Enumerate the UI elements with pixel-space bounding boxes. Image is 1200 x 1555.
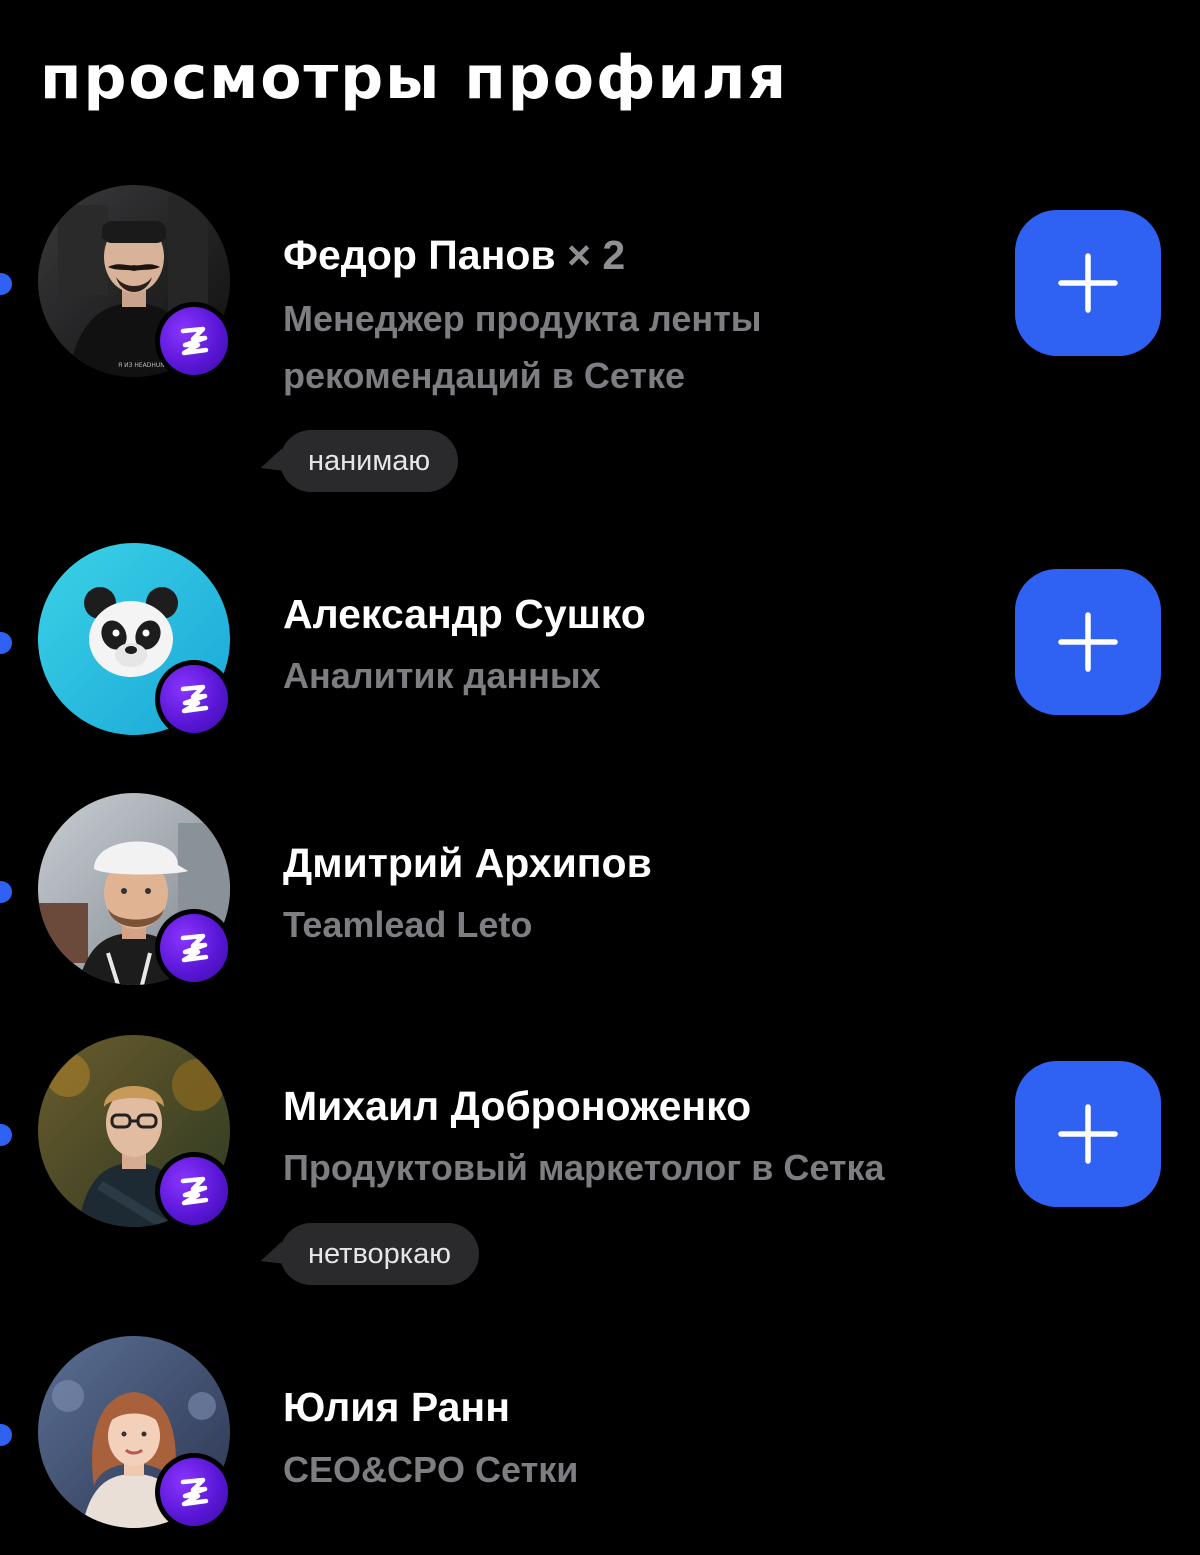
viewer-name[interactable]: Михаил Доброноженко [283,1082,751,1131]
viewer-role: Менеджер продукта ленты рекомендаций в С… [283,298,762,396]
viewer-role: Teamlead Leto [283,904,533,945]
unread-dot [0,1124,12,1146]
setka-badge [155,302,233,380]
viewer-role: Продуктовый маркетолог в Сетка [283,1147,885,1188]
viewer-name-text: Федор Панов [283,232,556,278]
setka-badge [155,1152,233,1230]
plus-icon [1058,1104,1118,1164]
status-tag: нетворкаю [280,1223,480,1285]
viewer-name[interactable]: Юлия Ранн [283,1383,510,1432]
unread-dot [0,273,12,295]
setka-logo-icon [180,1176,209,1206]
page-title: просмотры профиля [40,43,788,113]
viewer-name[interactable]: Дмитрий Архипов [283,839,652,888]
unread-dot [0,1424,12,1446]
setka-logo-icon [180,326,209,356]
viewer-name[interactable]: Федор Панов × 2 [283,231,625,280]
unread-dot [0,632,12,654]
unread-dot [0,881,12,903]
add-contact-button[interactable] [1015,1061,1161,1207]
setka-logo-icon [180,1477,209,1507]
profile-views-screen: просмотры профиля Я ИЗ HEADHUNT Федор Па… [0,0,1200,1555]
setka-badge [155,660,233,738]
add-contact-button[interactable] [1015,569,1161,715]
setka-logo-icon [180,684,209,714]
status-tag: нанимаю [280,430,459,492]
view-count: × 2 [567,232,626,278]
viewer-role: CEO&CPO Сетки [283,1449,579,1490]
viewer-role: Аналитик данных [283,655,601,696]
add-contact-button[interactable] [1015,210,1161,356]
plus-icon [1058,612,1118,672]
setka-badge [155,1453,233,1531]
setka-logo-icon [180,933,209,963]
viewer-name[interactable]: Александр Сушко [283,590,646,639]
plus-icon [1058,253,1118,313]
setka-badge [155,909,233,987]
